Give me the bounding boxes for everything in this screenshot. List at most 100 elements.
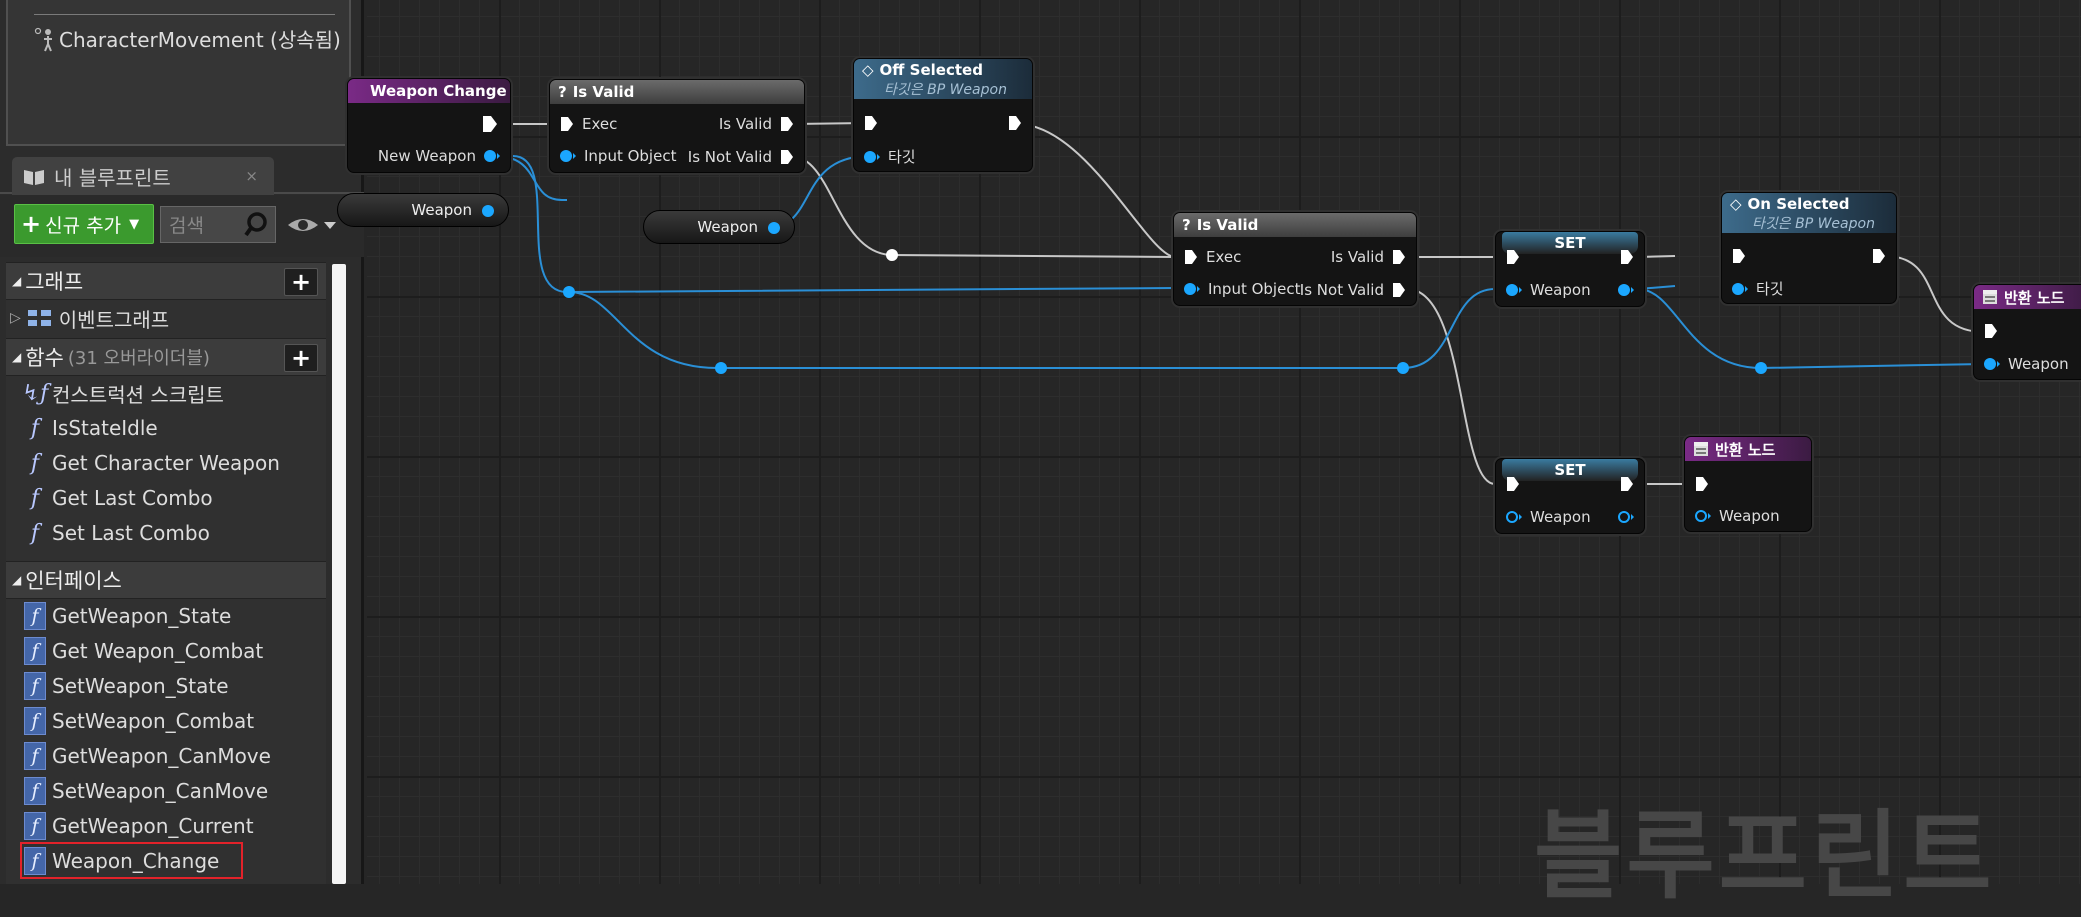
section-functions[interactable]: ◢ 함수 (31 오버라이더블) + <box>6 338 326 376</box>
close-tab-icon[interactable]: × <box>245 167 258 185</box>
pin-exec-in[interactable]: Exec <box>560 115 617 133</box>
pin-label: Is Not Valid <box>1299 281 1384 299</box>
pin-weapon[interactable]: Weapon <box>1506 281 1591 299</box>
tree-item-label: GetWeapon_State <box>52 604 232 628</box>
variable-weapon[interactable]: Weapon <box>337 193 509 227</box>
exec-out-pin-icon[interactable] <box>482 115 498 133</box>
pin-input-object[interactable]: Input Object <box>1184 280 1300 298</box>
tree-item-function[interactable]: f Get Character Weapon <box>24 446 280 480</box>
node-return-1[interactable]: 반환 노드 Weapon <box>1973 284 2081 380</box>
pin-label: 타깃 <box>888 148 916 166</box>
object-out-pin-icon[interactable] <box>1618 283 1634 297</box>
tree-item-interface[interactable]: f SetWeapon_CanMove <box>24 774 268 808</box>
pin-label: 타깃 <box>1756 280 1784 298</box>
search-icon <box>244 212 267 237</box>
tree-item-event-graph[interactable]: ▷ 이벤트그래프 <box>10 301 169 335</box>
view-options-eye-icon[interactable] <box>286 215 338 235</box>
interface-function-icon: f <box>24 777 46 805</box>
exec-wire <box>1884 255 1985 333</box>
section-interfaces-label: 인터페이스 <box>25 569 122 593</box>
node-set-1[interactable]: SET Weapon <box>1495 231 1645 307</box>
exec-in-pin-icon[interactable] <box>1732 248 1746 264</box>
tree-item-interface[interactable]: f GetWeapon_Current <box>24 809 254 843</box>
node-is-valid-2[interactable]: ? Is Valid Exec Input Object Is Valid Is… <box>1173 212 1417 306</box>
tree-item-interface[interactable]: f GetWeapon_CanMove <box>24 739 271 773</box>
pin-label: Input Object <box>1208 280 1301 298</box>
my-blueprint-tree: ◢ 그래프 + ▷ 이벤트그래프 ◢ 함수 (31 오버라이더블) + ↯ƒ 컨스… <box>6 262 326 884</box>
section-graph[interactable]: ◢ 그래프 + <box>6 262 326 300</box>
pin-label: Is Valid <box>1330 248 1384 266</box>
exec-in-pin-icon[interactable] <box>1984 323 1998 339</box>
section-interfaces[interactable]: ◢ 인터페이스 <box>6 561 326 599</box>
add-function-button[interactable]: + <box>284 344 318 372</box>
search-input[interactable]: 검색 <box>160 206 276 243</box>
object-out-pin-hollow-icon[interactable] <box>1618 510 1634 524</box>
return-node-icon <box>1694 442 1708 456</box>
components-panel: CharacterMovement (상속됨) <box>6 0 351 146</box>
exec-in-pin-icon[interactable] <box>1695 476 1709 492</box>
pin-target[interactable]: 타깃 <box>1732 278 1784 299</box>
pin-weapon[interactable]: Weapon <box>1695 507 1780 525</box>
tree-item-function[interactable]: f IsStateIdle <box>24 411 158 445</box>
pin-target[interactable]: 타깃 <box>864 146 916 167</box>
object-pin-icon <box>1506 284 1522 296</box>
tree-item-function[interactable]: f Set Last Combo <box>24 516 210 550</box>
node-set-2[interactable]: SET Weapon <box>1495 458 1645 534</box>
tree-item-function[interactable]: f Get Last Combo <box>24 481 213 515</box>
node-on-selected[interactable]: ◇ On Selected 타깃은 BP Weapon 타깃 <box>1721 192 1897 304</box>
exec-in-pin-icon[interactable] <box>864 115 878 131</box>
exec-in-pin-icon[interactable] <box>1506 476 1520 492</box>
section-graph-label: 그래프 <box>25 270 84 294</box>
tab-my-blueprint[interactable]: 내 블루프린트 × <box>12 157 274 196</box>
exec-in-pin-icon[interactable] <box>1506 249 1520 265</box>
object-pin-icon <box>864 150 880 163</box>
exec-out-pin-icon[interactable] <box>1620 476 1634 492</box>
tree-item-function[interactable]: ↯ƒ 컨스트럭션 스크립트 <box>22 376 224 410</box>
exec-out-pin-icon[interactable] <box>1008 115 1022 131</box>
dropdown-arrow-icon: ▼ <box>129 216 140 232</box>
pin-exec-in[interactable]: Exec <box>1184 248 1241 266</box>
tree-item-interface[interactable]: f GetWeapon_State <box>24 599 231 633</box>
pin-label: Weapon <box>1719 507 1780 525</box>
collapse-arrow-icon: ◢ <box>12 573 22 587</box>
pin-weapon[interactable]: Weapon <box>1984 355 2069 373</box>
node-header: ? Is Valid <box>550 80 804 104</box>
plus-icon: + <box>21 210 42 238</box>
pin-input-object[interactable]: Input Object <box>560 147 676 165</box>
add-graph-button[interactable]: + <box>284 268 318 296</box>
reroute-node <box>1755 362 1767 374</box>
tree-item-label: Set Last Combo <box>52 521 210 545</box>
pin-is-valid[interactable]: Is Valid <box>1331 248 1406 266</box>
pin-label: Is Valid <box>718 115 772 133</box>
exec-out-pin-icon[interactable] <box>1872 248 1886 264</box>
exec-pin-icon <box>561 117 573 131</box>
exec-pin-icon <box>1185 250 1197 264</box>
pin-new-weapon[interactable]: New Weapon <box>378 147 500 165</box>
function-icon: f <box>30 485 40 511</box>
graph-canvas[interactable]: Weapon Change New Weapon Weapon ? Is Val… <box>337 0 2081 912</box>
pin-is-valid[interactable]: Is Valid <box>719 115 794 133</box>
node-weapon-change[interactable]: Weapon Change New Weapon <box>347 78 511 173</box>
section-functions-label: 함수 <box>25 346 64 370</box>
exec-out-pin-icon[interactable] <box>1620 249 1634 265</box>
tree-item-interface[interactable]: f SetWeapon_State <box>24 669 229 703</box>
tree-item-interface[interactable]: f SetWeapon_Combat <box>24 704 254 738</box>
node-subtitle: 타깃은 BP Weapon <box>1752 216 1875 232</box>
pin-is-not-valid[interactable]: Is Not Valid <box>688 148 794 166</box>
node-return-2[interactable]: 반환 노드 Weapon <box>1684 436 1812 532</box>
node-title: SET <box>1554 461 1586 479</box>
variable-weapon[interactable]: Weapon <box>643 210 795 244</box>
node-is-valid-1[interactable]: ? Is Valid Exec Input Object Is Valid Is… <box>549 79 805 173</box>
pin-is-not-valid[interactable]: Is Not Valid <box>1300 281 1406 299</box>
add-new-button[interactable]: + 신규 추가 ▼ <box>14 204 154 244</box>
component-item-charactermovement[interactable]: CharacterMovement (상속됨) <box>34 24 341 53</box>
pin-label: New Weapon <box>377 147 476 165</box>
pin-weapon[interactable]: Weapon <box>1506 508 1591 526</box>
interface-message-icon: ◇ <box>862 61 874 79</box>
tree-scrollbar[interactable] <box>332 264 346 884</box>
node-header: SET <box>1502 459 1638 481</box>
pin-label: Exec <box>1206 248 1242 266</box>
reroute-node <box>563 286 575 298</box>
tree-item-interface[interactable]: f Get Weapon_Combat <box>24 634 263 668</box>
node-off-selected[interactable]: ◇ Off Selected 타깃은 BP Weapon 타깃 <box>853 58 1033 172</box>
